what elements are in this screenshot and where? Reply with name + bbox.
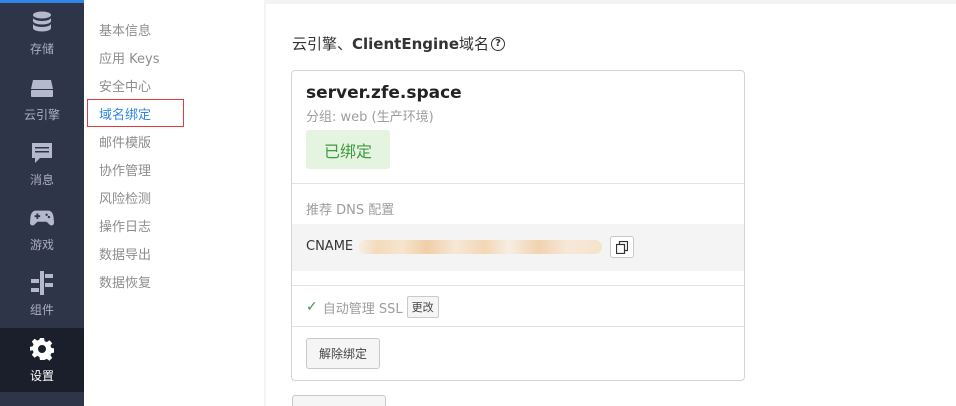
message-icon — [30, 141, 54, 165]
submenu-item-data-restore[interactable]: 数据恢复 — [99, 275, 151, 293]
divider — [292, 285, 744, 286]
nav-item-cloud-engine[interactable]: 云引擎 — [0, 76, 84, 140]
check-icon: ✓ — [306, 299, 318, 315]
submenu-item-operation-log[interactable]: 操作日志 — [99, 219, 151, 237]
submenu-item-security[interactable]: 安全中心 — [99, 79, 151, 97]
gamepad-icon — [30, 206, 54, 230]
top-strip — [266, 0, 956, 4]
submenu-item-app-keys[interactable]: 应用 Keys — [99, 51, 159, 69]
nav-item-messages[interactable]: 消息 — [0, 141, 84, 205]
nav-item-label: 组件 — [29, 303, 54, 317]
server-icon — [30, 76, 54, 100]
group-label: 分组: web (生产环境) — [306, 110, 434, 125]
dns-config-label: 推荐 DNS 配置 — [306, 203, 395, 218]
divider — [292, 326, 744, 327]
submenu-item-data-export[interactable]: 数据导出 — [99, 247, 151, 265]
domain-name: server.zfe.space — [306, 83, 462, 103]
main-content: 云引擎、 ClientEngine 域名 ? server.zfe.space 分… — [266, 0, 956, 406]
nav-item-label: 云引擎 — [23, 108, 60, 122]
copy-button[interactable] — [610, 236, 634, 258]
page-title-suffix: 域名 — [459, 35, 490, 53]
cname-label: CNAME — [306, 239, 354, 254]
nav-top-accent — [0, 0, 84, 3]
status-badge: 已绑定 — [306, 130, 390, 169]
main-nav: 存储 云引擎 消息 游戏 组件 设置 — [0, 0, 84, 406]
submenu-item-risk-detection[interactable]: 风险检测 — [99, 191, 151, 209]
nav-item-settings[interactable]: 设置 — [0, 328, 84, 392]
nav-item-components[interactable]: 组件 — [0, 271, 84, 335]
submenu-item-domain-binding[interactable]: 域名绑定 — [99, 107, 151, 125]
help-icon[interactable]: ? — [491, 36, 506, 51]
domain-card: server.zfe.space 分组: web (生产环境) 已绑定 推荐 D… — [291, 70, 745, 381]
change-ssl-button[interactable]: 更改 — [406, 296, 439, 318]
nav-item-label: 存储 — [29, 42, 54, 56]
cname-value-redacted — [358, 240, 602, 254]
settings-submenu: 基本信息 应用 Keys 安全中心 域名绑定 邮件模版 协作管理 风险检测 操作… — [84, 0, 264, 406]
submenu-item-collaboration[interactable]: 协作管理 — [99, 163, 151, 181]
nav-item-games[interactable]: 游戏 — [0, 206, 84, 270]
gear-icon — [30, 337, 54, 361]
divider — [292, 183, 744, 184]
page-title-prefix: 云引擎、 — [292, 35, 353, 53]
nav-item-label: 游戏 — [29, 238, 54, 252]
page-title-bold: ClientEngine — [352, 34, 459, 53]
components-icon — [30, 271, 54, 295]
ssl-row: ✓ 自动管理 SSL 更改 — [306, 296, 439, 318]
ssl-label: 自动管理 SSL — [322, 301, 403, 317]
unbind-button[interactable]: 解除绑定 — [306, 338, 380, 369]
add-domain-button-partial[interactable] — [292, 395, 386, 406]
copy-icon — [616, 240, 628, 254]
submenu-item-basic-info[interactable]: 基本信息 — [99, 23, 151, 41]
submenu-item-email-templates[interactable]: 邮件模版 — [99, 135, 151, 153]
database-icon — [30, 10, 54, 34]
nav-item-label: 消息 — [29, 173, 54, 187]
page-title: 云引擎、 ClientEngine 域名 ? — [292, 33, 506, 54]
nav-item-label: 设置 — [29, 369, 54, 383]
cname-row: CNAME — [292, 224, 744, 271]
nav-item-storage[interactable]: 存储 — [0, 10, 84, 74]
